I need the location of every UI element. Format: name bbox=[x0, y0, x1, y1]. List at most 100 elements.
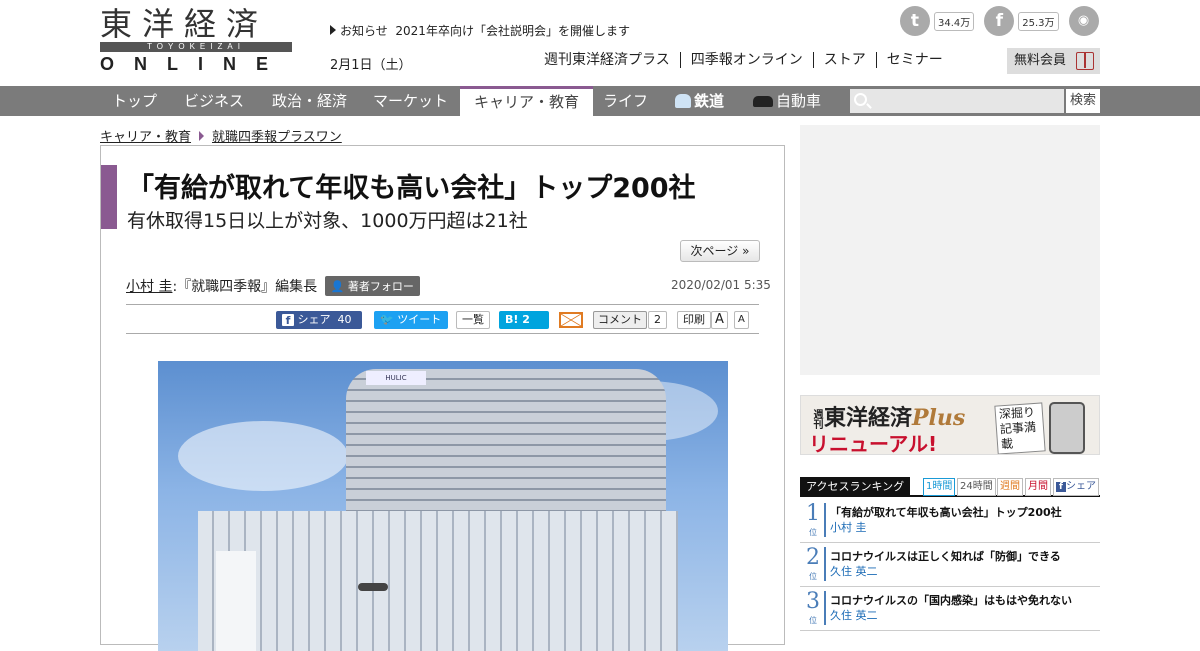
notice-text[interactable]: 2021年卒向け「会社説明会」を開催します bbox=[395, 24, 630, 38]
ranking-header: アクセスランキング 1時間 24時間 週間 月間 f シェア bbox=[800, 477, 1100, 497]
nav-business[interactable]: ビジネス bbox=[184, 86, 244, 116]
search-button[interactable]: 検索 bbox=[1066, 89, 1100, 113]
author-name[interactable]: 小村 圭 bbox=[126, 279, 172, 295]
share-bar: f シェア 40 🐦 ツイート 一覧 B! 2 コメント 2 印刷 A A bbox=[126, 304, 759, 334]
triangle-right-icon bbox=[330, 25, 336, 35]
notice-line[interactable]: お知らせ 2021年卒向け「会社説明会」を開催します bbox=[330, 22, 630, 39]
plus-brand-prefix: 週刊 bbox=[811, 409, 822, 429]
ranking-number: 3 bbox=[806, 589, 820, 614]
site-header: 東洋経済 TOYOKEIZAI ONLINE お知らせ 2021年卒向け「会社説… bbox=[0, 0, 1200, 86]
twitter-bird-icon: 🐦 bbox=[380, 313, 394, 326]
ranking-article-author[interactable]: 久住 英二 bbox=[830, 563, 878, 579]
nav-life[interactable]: ライフ bbox=[603, 86, 648, 116]
ranking-title: アクセスランキング bbox=[800, 477, 911, 497]
free-member-label: 無料会員 bbox=[1014, 53, 1067, 68]
link-seminar[interactable]: セミナー bbox=[877, 52, 953, 68]
smartphone-icon bbox=[1049, 402, 1085, 454]
nav-automobile[interactable]: 自動車 bbox=[753, 86, 821, 116]
ranking-unit: 位 bbox=[809, 572, 817, 581]
print-button[interactable]: 印刷 bbox=[677, 311, 711, 329]
breadcrumb-career-education[interactable]: キャリア・教育 bbox=[100, 130, 191, 145]
ranking-tab-share-label: シェア bbox=[1066, 481, 1096, 492]
breadcrumb: キャリア・教育 就職四季報プラスワン bbox=[100, 126, 342, 145]
plus-deep-dive-text: 深掘り記事満載 bbox=[994, 402, 1046, 454]
ranking-item[interactable]: 1 位 「有給が取れて年収も高い会社」トップ200社 小村 圭 bbox=[800, 499, 1100, 543]
logo-roman: TOYOKEIZAI bbox=[147, 42, 245, 51]
link-weekly-toyokeizai-plus[interactable]: 週刊東洋経済プラス bbox=[540, 52, 681, 68]
article-photo: HULIC bbox=[158, 361, 728, 651]
link-store[interactable]: ストア bbox=[814, 52, 877, 68]
ranking-tab-24hours[interactable]: 24時間 bbox=[957, 478, 996, 496]
ranking-tab-monthly[interactable]: 月間 bbox=[1025, 478, 1051, 496]
car-icon bbox=[753, 96, 773, 107]
photo-building-sign: HULIC bbox=[366, 371, 426, 385]
ranking-item[interactable]: 3 位 コロナウイルスの「国内感染」はもはや免れない 久住 英二 bbox=[800, 587, 1100, 631]
ranking-article-title[interactable]: コロナウイルスの「国内感染」はもはや免れない bbox=[830, 592, 1072, 608]
font-size-small-button[interactable]: A bbox=[734, 311, 749, 329]
site-logo[interactable]: 東洋経済 TOYOKEIZAI ONLINE bbox=[100, 6, 292, 74]
comment-count: 2 bbox=[648, 311, 667, 329]
ranking-unit: 位 bbox=[809, 528, 817, 537]
title-accent-bar bbox=[101, 165, 117, 229]
tweet-list-link[interactable]: 一覧 bbox=[456, 311, 490, 329]
social-links: t 34.4万 f 25.3万 ◉ bbox=[900, 6, 1099, 36]
publish-date: 2020/02/01 5:35 bbox=[671, 278, 771, 292]
ranking-tab-weekly[interactable]: 週間 bbox=[997, 478, 1023, 496]
follow-author-label: 著者フォロー bbox=[347, 280, 414, 293]
photo-podium-building bbox=[198, 511, 678, 651]
link-shikiho-online[interactable]: 四季報オンライン bbox=[681, 52, 814, 68]
ranking-item[interactable]: 2 位 コロナウイルスは正しく知れば「防御」できる 久住 英二 bbox=[800, 543, 1100, 587]
nav-railway-label: 鉄道 bbox=[694, 92, 725, 110]
toyokeizai-plus-banner[interactable]: 週刊東洋経済Plus リニューアル! 深掘り記事満載 bbox=[800, 395, 1100, 455]
nav-top[interactable]: トップ bbox=[112, 86, 157, 116]
logo-japanese: 東洋経済 bbox=[100, 5, 269, 43]
facebook-share-count: 40 bbox=[337, 313, 352, 326]
ranking-unit: 位 bbox=[809, 616, 817, 625]
nav-politics-economy[interactable]: 政治・経済 bbox=[272, 86, 347, 116]
sidebar-ad-slot bbox=[800, 125, 1100, 375]
logo-online: ONLINE bbox=[100, 54, 289, 74]
ranking-number: 1 bbox=[806, 501, 820, 526]
search-icon bbox=[854, 93, 867, 106]
tweet-label: ツイート bbox=[397, 313, 442, 326]
photo-cloud bbox=[178, 421, 348, 491]
facebook-icon[interactable]: f bbox=[984, 6, 1015, 36]
mail-icon[interactable] bbox=[559, 312, 583, 328]
ranking-article-title[interactable]: 「有給が取れて年収も高い会社」トップ200社 bbox=[830, 504, 1062, 520]
logo-roman-bar: TOYOKEIZAI bbox=[100, 42, 292, 52]
comment-button[interactable]: コメント bbox=[593, 311, 647, 329]
current-date: 2月1日（土） bbox=[330, 58, 412, 73]
ranking-divider bbox=[824, 503, 826, 537]
facebook-share-button[interactable]: f シェア 40 bbox=[276, 311, 362, 329]
ranking-tab-share[interactable]: f シェア bbox=[1053, 478, 1099, 496]
tweet-button[interactable]: 🐦 ツイート bbox=[374, 311, 448, 329]
free-member-button[interactable]: 無料会員 bbox=[1007, 48, 1100, 74]
twitter-icon[interactable]: t bbox=[900, 6, 930, 36]
search-box bbox=[850, 89, 1064, 113]
nav-career-education[interactable]: キャリア・教育 bbox=[460, 86, 594, 116]
photo-entrance bbox=[216, 551, 256, 651]
facebook-icon: f bbox=[282, 314, 294, 327]
plus-renewal-text: リニューアル! bbox=[809, 432, 938, 455]
ranking-article-title[interactable]: コロナウイルスは正しく知れば「防御」できる bbox=[830, 548, 1061, 564]
ranking-tab-1hour[interactable]: 1時間 bbox=[923, 478, 956, 496]
nav-railway[interactable]: 鉄道 bbox=[675, 86, 724, 116]
follow-author-button[interactable]: 👤 著者フォロー bbox=[324, 276, 420, 296]
ranking-article-author[interactable]: 小村 圭 bbox=[830, 519, 867, 535]
breadcrumb-shikiho-plus-one[interactable]: 就職四季報プラスワン bbox=[212, 130, 342, 145]
article-title: 「有給が取れて年収も高い会社」トップ200社 bbox=[127, 173, 696, 204]
facebook-icon: f bbox=[1056, 482, 1066, 492]
nav-market[interactable]: マーケット bbox=[373, 86, 448, 116]
gift-icon bbox=[1076, 52, 1094, 70]
rss-icon[interactable]: ◉ bbox=[1068, 6, 1099, 36]
font-size-large-button[interactable]: A bbox=[711, 311, 728, 329]
author-line: 小村 圭:『就職四季報』編集長 👤 著者フォロー bbox=[126, 276, 420, 296]
article-subtitle: 有休取得15日以上が対象、1000万円超は21社 bbox=[127, 210, 528, 232]
search-input[interactable] bbox=[874, 89, 1060, 113]
ranking-article-author[interactable]: 久住 英二 bbox=[830, 607, 878, 623]
hatena-bookmark-button[interactable]: B! 2 bbox=[499, 311, 549, 329]
header-links: 週刊東洋経済プラス 四季報オンライン ストア セミナー bbox=[540, 52, 953, 68]
photo-street-lamp bbox=[358, 583, 388, 591]
breadcrumb-separator-icon bbox=[199, 131, 205, 141]
next-page-button[interactable]: 次ページ » bbox=[680, 240, 760, 262]
